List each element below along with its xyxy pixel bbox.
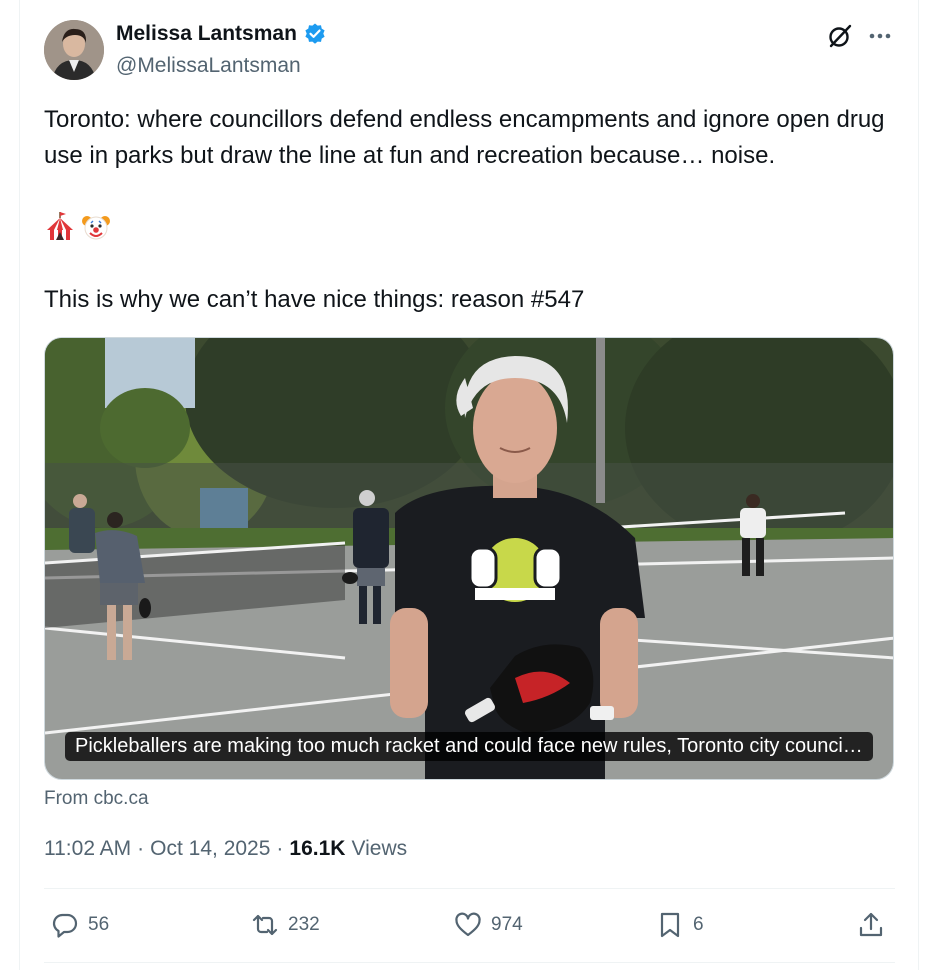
- bookmark-button[interactable]: 6: [655, 910, 704, 940]
- repost-icon: [252, 914, 278, 936]
- post-emojis: [44, 210, 112, 247]
- verified-badge-icon: [303, 22, 327, 46]
- repost-count: 232: [288, 914, 320, 935]
- link-source[interactable]: From cbc.ca: [44, 788, 149, 810]
- author-name-row[interactable]: Melissa Lantsman: [116, 22, 327, 46]
- media-card[interactable]: Pickleballers are making too much racket…: [44, 337, 894, 780]
- post-meta: 11:02 AM · Oct 14, 2025 · 16.1K Views: [44, 837, 407, 861]
- media-caption[interactable]: Pickleballers are making too much racket…: [65, 732, 873, 761]
- more-icon[interactable]: [866, 24, 894, 48]
- views-count: 16.1K: [289, 837, 346, 860]
- display-name[interactable]: Melissa Lantsman: [116, 22, 297, 46]
- clown-face-icon: [80, 210, 112, 247]
- post-text-continued: This is why we can’t have nice things: r…: [44, 286, 585, 313]
- bookmark-icon: [660, 912, 680, 938]
- reply-icon: [52, 913, 78, 938]
- grok-icon[interactable]: [826, 22, 854, 50]
- circus-tent-icon: [44, 210, 76, 247]
- post-time[interactable]: 11:02 AM: [44, 837, 131, 861]
- divider: [44, 962, 895, 963]
- media-image: [45, 338, 893, 779]
- share-icon: [859, 912, 883, 937]
- like-count: 974: [491, 914, 523, 935]
- bookmark-count: 6: [693, 914, 704, 935]
- post-date[interactable]: Oct 14, 2025: [150, 837, 270, 861]
- repost-button[interactable]: 232: [250, 910, 320, 940]
- reply-count: 56: [88, 914, 110, 935]
- author-handle[interactable]: @MelissaLantsman: [116, 54, 301, 78]
- share-button[interactable]: [856, 910, 886, 940]
- meta-separator: ·: [137, 837, 145, 860]
- reply-button[interactable]: 56: [50, 910, 109, 940]
- meta-separator: ·: [276, 837, 284, 860]
- avatar[interactable]: [44, 20, 104, 80]
- like-icon: [455, 912, 481, 937]
- like-button[interactable]: 974: [453, 910, 523, 940]
- views-label: Views: [351, 837, 408, 860]
- divider: [44, 888, 895, 889]
- post-text: Toronto: where councillors defend endles…: [44, 106, 892, 169]
